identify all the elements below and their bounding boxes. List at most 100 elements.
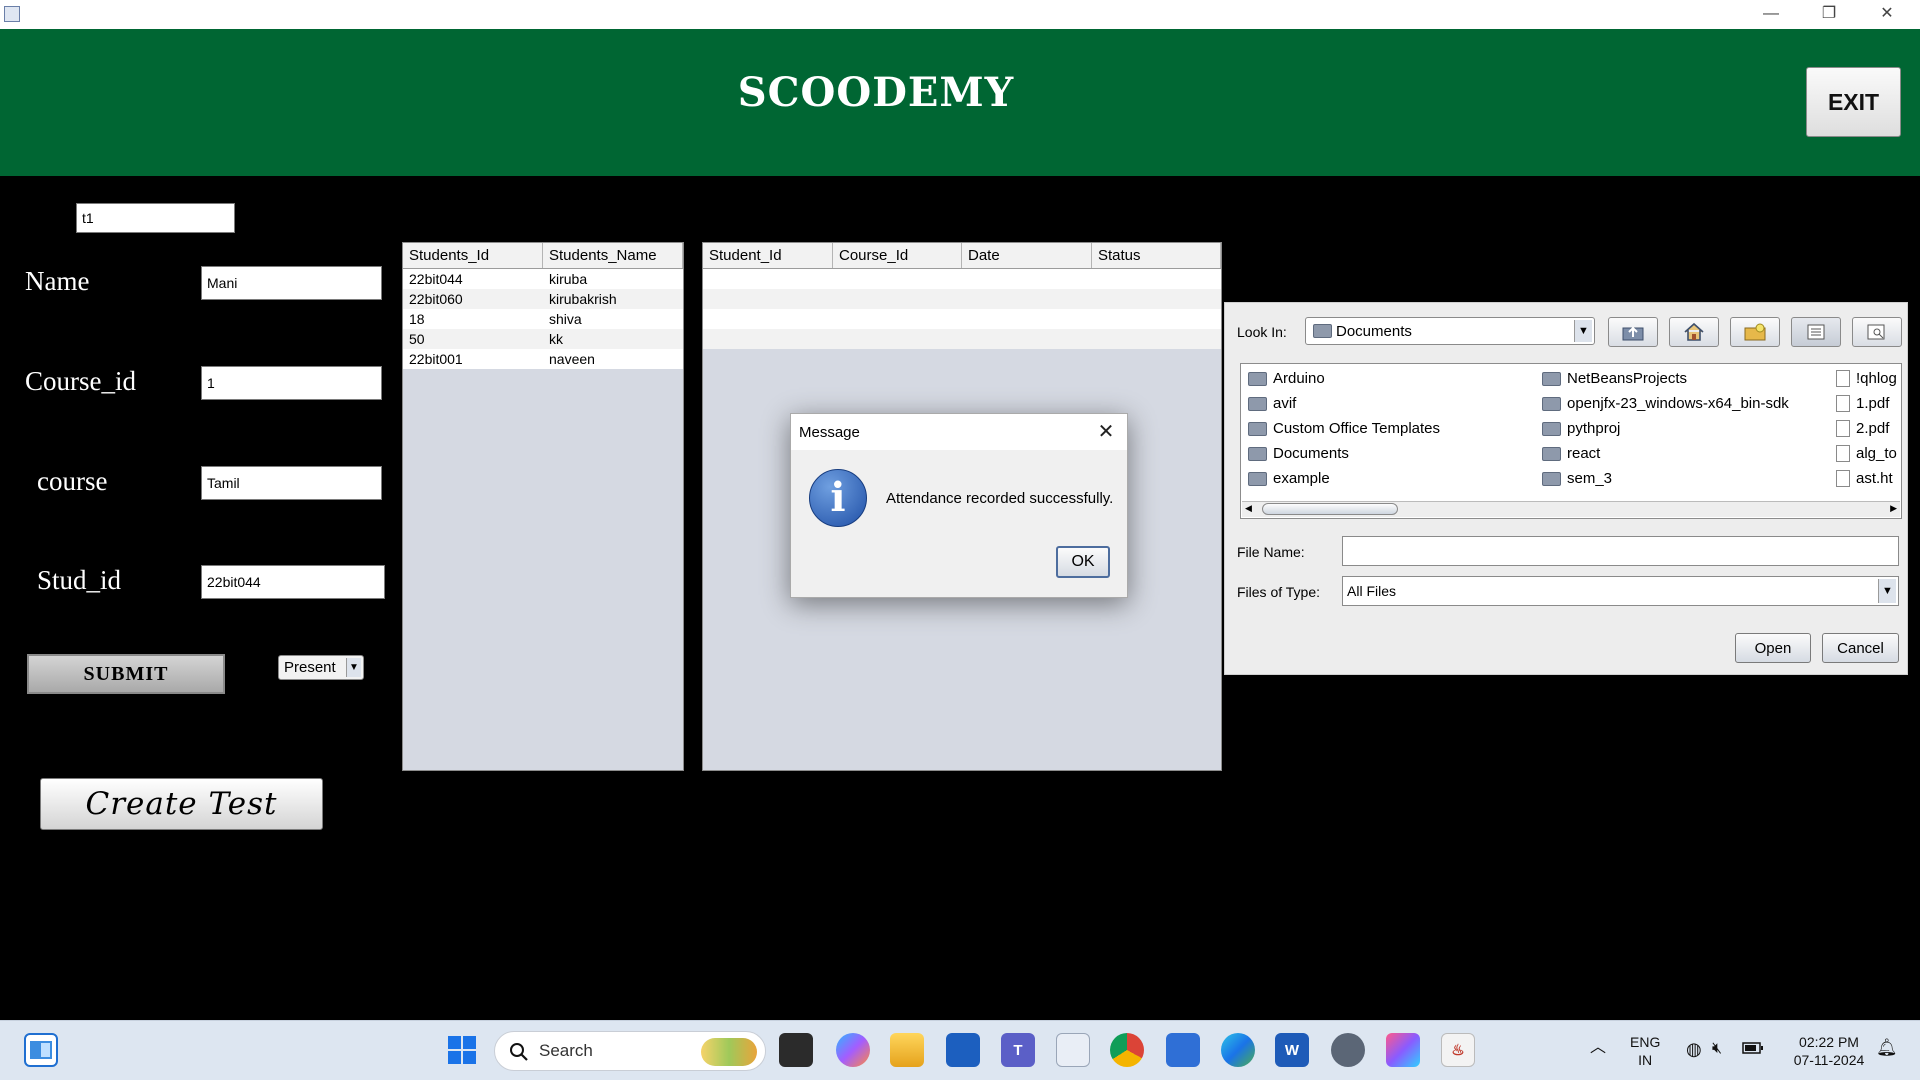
app-header: SCOODEMY EXIT bbox=[0, 29, 1920, 176]
test-name-input[interactable]: t1 bbox=[76, 203, 235, 233]
table-row[interactable] bbox=[703, 289, 1221, 309]
look-in-select[interactable]: Documents ▼ bbox=[1305, 317, 1595, 345]
clock[interactable]: 02:22 PM 07-11-2024 bbox=[1782, 1033, 1876, 1069]
files-of-type-label: Files of Type: bbox=[1237, 584, 1321, 600]
widgets-icon[interactable] bbox=[24, 1033, 58, 1067]
ok-button[interactable]: OK bbox=[1056, 546, 1110, 578]
task-view-icon[interactable] bbox=[779, 1033, 813, 1067]
attendance-status-select[interactable]: Present ▼ bbox=[278, 655, 364, 680]
column-header-date[interactable]: Date bbox=[962, 243, 1092, 268]
file-item-2-pdf[interactable]: 2.pdf bbox=[1836, 420, 1889, 437]
column-header-students-name[interactable]: Students_Name bbox=[543, 243, 683, 268]
folder-item-sem-3[interactable]: sem_3 bbox=[1542, 470, 1612, 487]
folder-item-avif[interactable]: avif bbox=[1248, 395, 1296, 412]
horizontal-scrollbar[interactable]: ◀ ▶ bbox=[1242, 501, 1900, 517]
file-icon bbox=[1836, 445, 1850, 462]
open-button[interactable]: Open bbox=[1735, 633, 1811, 663]
scroll-left-icon[interactable]: ◀ bbox=[1245, 503, 1252, 514]
folder-item-example[interactable]: example bbox=[1248, 470, 1330, 487]
cancel-button[interactable]: Cancel bbox=[1822, 633, 1899, 663]
battery-icon[interactable] bbox=[1742, 1041, 1764, 1059]
file-icon bbox=[1836, 420, 1850, 437]
table-row[interactable] bbox=[703, 329, 1221, 349]
name-input[interactable]: Mani bbox=[201, 266, 382, 300]
column-header-students-id[interactable]: Students_Id bbox=[403, 243, 543, 268]
minimize-button[interactable]: — bbox=[1742, 2, 1800, 26]
cell-student-name: kiruba bbox=[549, 271, 588, 287]
performance-monitor-icon[interactable] bbox=[1056, 1033, 1090, 1067]
copilot-icon[interactable] bbox=[836, 1033, 870, 1067]
column-header-status[interactable]: Status bbox=[1092, 243, 1221, 268]
folder-item-react[interactable]: react bbox=[1542, 445, 1600, 462]
folder-item-arduino[interactable]: Arduino bbox=[1248, 370, 1325, 387]
chevron-down-icon[interactable]: ▼ bbox=[1878, 579, 1896, 603]
folder-item-documents[interactable]: Documents bbox=[1248, 445, 1349, 462]
status-selected-value: Present bbox=[284, 659, 336, 676]
submit-button[interactable]: SUBMIT bbox=[27, 654, 225, 694]
table-row[interactable]: 22bit044 kiruba bbox=[403, 269, 683, 289]
folder-icon bbox=[1542, 446, 1561, 461]
dialog-title: Message bbox=[791, 414, 1127, 450]
notepad-icon[interactable] bbox=[1166, 1033, 1200, 1067]
folder-item-pythproj[interactable]: pythproj bbox=[1542, 420, 1620, 437]
file-name-label: File Name: bbox=[1237, 544, 1305, 560]
new-folder-button[interactable] bbox=[1730, 317, 1780, 347]
start-windows-icon[interactable] bbox=[445, 1033, 479, 1067]
file-explorer-icon[interactable] bbox=[890, 1033, 924, 1067]
course-id-input[interactable]: 1 bbox=[201, 366, 382, 400]
dialog-message: Attendance recorded successfully. bbox=[886, 490, 1114, 507]
file-item-qhlog[interactable]: !qhlog bbox=[1836, 370, 1897, 387]
course-input[interactable]: Tamil bbox=[201, 466, 382, 500]
table-row[interactable]: 22bit060 kirubakrish bbox=[403, 289, 683, 309]
table-row[interactable]: 50 kk bbox=[403, 329, 683, 349]
file-chooser-panel: Look In: Documents ▼ Arduino avif Custom… bbox=[1224, 302, 1908, 675]
column-header-course-id[interactable]: Course_Id bbox=[833, 243, 962, 268]
chevron-down-icon[interactable]: ▼ bbox=[346, 658, 361, 677]
language-indicator[interactable]: ENG IN bbox=[1630, 1033, 1660, 1069]
network-globe-icon[interactable]: ◍ bbox=[1686, 1040, 1702, 1058]
exit-button[interactable]: EXIT bbox=[1806, 67, 1901, 137]
edge-icon[interactable] bbox=[1221, 1033, 1255, 1067]
microsoft-store-icon[interactable] bbox=[946, 1033, 980, 1067]
teams-icon[interactable]: T bbox=[1001, 1033, 1035, 1067]
folder-item-openjfx[interactable]: openjfx-23_windows-x64_bin-sdk bbox=[1542, 395, 1789, 412]
close-window-button[interactable]: ✕ bbox=[1858, 2, 1916, 26]
create-test-button[interactable]: Create Test bbox=[40, 778, 323, 830]
file-name-input[interactable] bbox=[1342, 536, 1899, 566]
show-hidden-icons-icon[interactable]: ︿ bbox=[1590, 1039, 1606, 1057]
word-icon[interactable]: W bbox=[1275, 1033, 1309, 1067]
column-header-student-id[interactable]: Student_Id bbox=[703, 243, 833, 268]
stud-id-input[interactable]: 22bit044 bbox=[201, 565, 385, 599]
table-row[interactable] bbox=[703, 269, 1221, 289]
table-row[interactable] bbox=[703, 309, 1221, 329]
list-view-button[interactable] bbox=[1791, 317, 1841, 347]
settings-gear-icon[interactable] bbox=[1331, 1033, 1365, 1067]
home-button[interactable] bbox=[1669, 317, 1719, 347]
dev-tool-icon[interactable] bbox=[1386, 1033, 1420, 1067]
chrome-icon[interactable] bbox=[1110, 1033, 1144, 1067]
files-of-type-select[interactable]: All Files ▼ bbox=[1342, 576, 1899, 606]
java-icon[interactable]: ♨ bbox=[1441, 1033, 1475, 1067]
details-view-button[interactable] bbox=[1852, 317, 1902, 347]
table-row[interactable]: 18 shiva bbox=[403, 309, 683, 329]
restore-button[interactable]: ❐ bbox=[1800, 2, 1858, 26]
up-one-level-button[interactable] bbox=[1608, 317, 1658, 347]
scroll-right-icon[interactable]: ▶ bbox=[1890, 503, 1897, 514]
table-row[interactable]: 22bit001 naveen bbox=[403, 349, 683, 369]
file-item-alg-to[interactable]: alg_to bbox=[1836, 445, 1897, 462]
file-item-1-pdf[interactable]: 1.pdf bbox=[1836, 395, 1889, 412]
volume-muted-icon[interactable]: 🔇︎ bbox=[1712, 1040, 1722, 1058]
folder-item-custom-office-templates[interactable]: Custom Office Templates bbox=[1248, 420, 1440, 437]
chevron-down-icon[interactable]: ▼ bbox=[1574, 320, 1592, 342]
folder-icon bbox=[1313, 324, 1332, 338]
notification-bell-icon[interactable]: 🔔︎ bbox=[1876, 1039, 1898, 1057]
search-icon bbox=[510, 1043, 528, 1061]
info-icon: i bbox=[809, 469, 867, 527]
scrollbar-thumb[interactable] bbox=[1262, 503, 1398, 515]
dialog-close-icon[interactable]: ✕ bbox=[1093, 419, 1119, 445]
students-table: Students_Id Students_Name 22bit044 kirub… bbox=[402, 242, 684, 771]
folder-icon bbox=[1542, 471, 1561, 486]
folder-item-netbeansprojects[interactable]: NetBeansProjects bbox=[1542, 370, 1687, 387]
file-item-ast-ht[interactable]: ast.ht bbox=[1836, 470, 1893, 487]
taskbar-search-input[interactable]: Search bbox=[494, 1031, 766, 1071]
